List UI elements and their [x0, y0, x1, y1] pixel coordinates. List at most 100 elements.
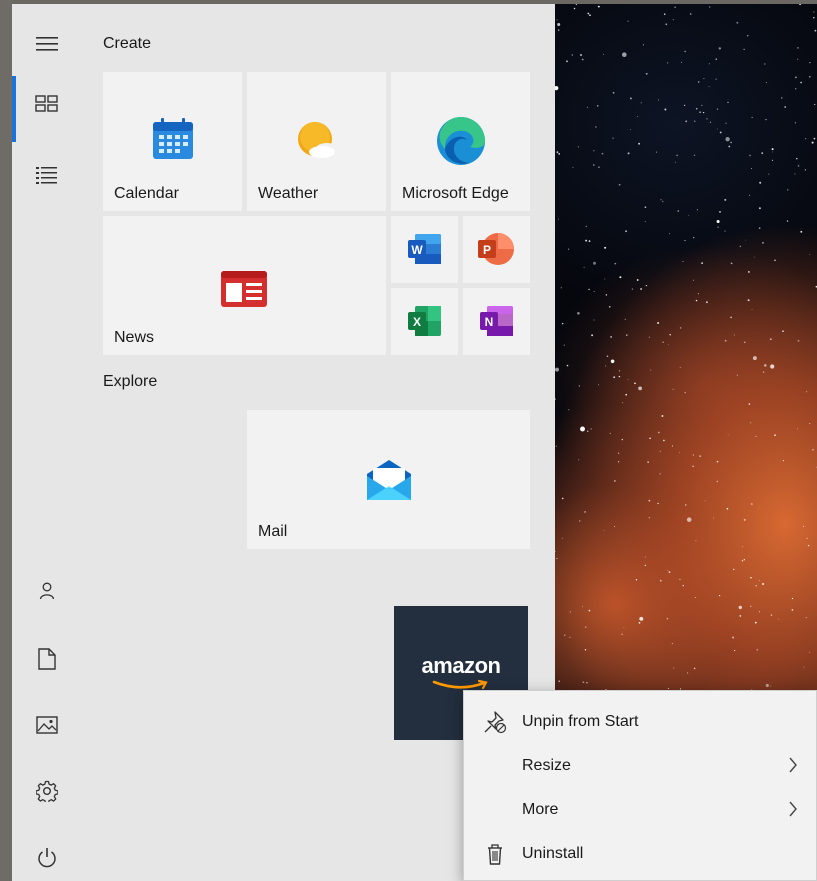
documents-button[interactable] [12, 631, 82, 687]
star [638, 142, 641, 145]
star [627, 20, 629, 22]
star [814, 103, 816, 106]
tile-excel[interactable]: X [391, 288, 458, 355]
powerpoint-icon: P [478, 233, 514, 265]
star [746, 34, 749, 37]
star [604, 246, 607, 249]
settings-button[interactable] [12, 763, 82, 819]
star [791, 608, 794, 611]
tile-calendar[interactable]: Calendar [103, 72, 242, 211]
star [618, 183, 621, 186]
star [762, 371, 765, 373]
star [755, 585, 757, 587]
star [751, 308, 753, 310]
star [808, 75, 811, 78]
star [668, 233, 670, 235]
star [671, 643, 673, 645]
star [593, 319, 595, 321]
menu-item-uninstall[interactable]: Uninstall [464, 832, 816, 876]
menu-item-unpin-from-start[interactable]: Unpin from Start [464, 700, 816, 744]
powerpoint-letter: P [483, 243, 491, 257]
star [588, 609, 591, 612]
star [704, 500, 706, 502]
star [719, 131, 722, 134]
star [644, 220, 646, 222]
star [765, 82, 767, 84]
expand-menu-button[interactable] [12, 16, 82, 72]
all-apps-button[interactable] [12, 147, 82, 203]
star [739, 245, 742, 248]
star [569, 611, 571, 613]
star [730, 316, 732, 319]
tile-label: News [114, 329, 155, 346]
star [770, 685, 772, 687]
tile-mail[interactable]: Mail [247, 410, 530, 549]
star [621, 438, 624, 441]
star [738, 605, 742, 610]
menu-item-label: Uninstall [522, 845, 584, 862]
settings-gear-icon [36, 780, 58, 802]
star [693, 667, 696, 670]
star [758, 227, 761, 229]
menu-item-resize[interactable]: Resize [464, 744, 816, 788]
menu-item-more[interactable]: More [464, 788, 816, 832]
tile-onenote[interactable]: N [463, 288, 530, 355]
star [556, 19, 558, 21]
star [669, 334, 671, 336]
star [673, 667, 675, 669]
trash-icon [488, 844, 502, 865]
calendar-icon [153, 118, 193, 159]
star [657, 431, 660, 434]
star [736, 21, 739, 24]
pinned-tiles-button[interactable] [12, 76, 82, 142]
star [693, 154, 696, 157]
star [649, 437, 651, 439]
power-button[interactable] [12, 830, 82, 881]
onenote-icon: N [480, 306, 513, 336]
star [724, 339, 727, 342]
pictures-button[interactable] [12, 697, 82, 753]
star [713, 517, 714, 519]
star [630, 129, 631, 130]
tile-powerpoint[interactable]: P [463, 216, 530, 283]
star [716, 219, 720, 224]
star [610, 359, 615, 364]
star [791, 597, 794, 600]
star [781, 97, 783, 99]
star [676, 154, 678, 157]
tile-microsoft-edge[interactable]: Microsoft Edge [391, 72, 530, 211]
star [666, 617, 669, 620]
power-icon [38, 848, 56, 868]
star [555, 445, 557, 447]
user-account-button[interactable] [12, 563, 82, 619]
star [618, 452, 620, 454]
star [787, 189, 789, 191]
star [621, 633, 623, 635]
star [692, 465, 694, 468]
star [681, 61, 682, 63]
star [750, 577, 752, 579]
pictures-icon [36, 716, 58, 734]
group-title-create[interactable]: Create [103, 35, 151, 53]
star [800, 81, 802, 84]
star [662, 200, 664, 203]
star [765, 683, 769, 688]
star [717, 226, 719, 228]
star [558, 153, 561, 155]
tile-word[interactable]: W [391, 216, 458, 283]
tile-weather[interactable]: Weather [247, 72, 386, 211]
star [718, 47, 721, 50]
star [585, 239, 588, 242]
star [667, 344, 669, 345]
star [622, 402, 624, 404]
star [732, 636, 735, 639]
star [771, 159, 774, 162]
star [743, 518, 746, 521]
star [755, 435, 757, 437]
tile-news[interactable]: News [103, 216, 386, 355]
word-icon: W [408, 234, 441, 264]
star [584, 511, 586, 513]
star [586, 430, 589, 433]
star [692, 454, 694, 456]
group-title-explore[interactable]: Explore [103, 373, 157, 391]
